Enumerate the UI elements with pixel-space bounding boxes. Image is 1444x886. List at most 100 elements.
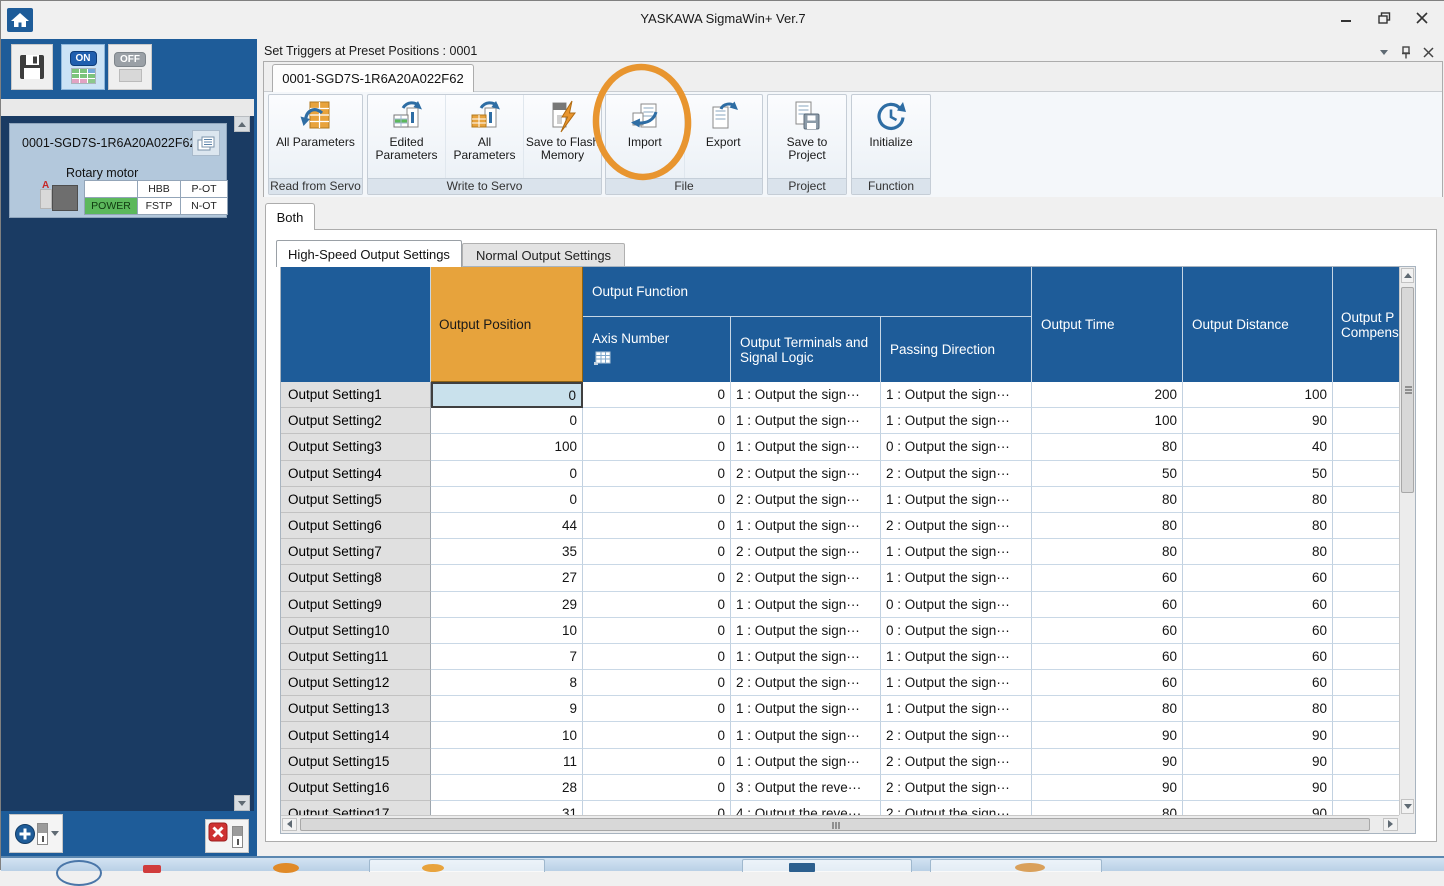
taskbar-button[interactable] xyxy=(742,859,912,872)
save-button[interactable] xyxy=(11,44,53,90)
cell-position[interactable]: 35 xyxy=(431,539,583,566)
display-on-button[interactable]: ON xyxy=(61,44,105,90)
cell-distance[interactable]: 80 xyxy=(1183,486,1333,513)
scroll-left-icon[interactable] xyxy=(282,817,297,831)
cell-time[interactable]: 80 xyxy=(1032,696,1183,723)
header-passing-direction[interactable]: Passing Direction xyxy=(881,317,1032,382)
header-output-position-compensation[interactable]: Output P Compens xyxy=(1333,267,1399,382)
cell-terminals[interactable]: 2 : Output the sign··· xyxy=(731,539,881,566)
cell-axis[interactable]: 0 xyxy=(583,460,731,487)
cell-distance[interactable]: 90 xyxy=(1183,408,1333,435)
cell-comp[interactable] xyxy=(1333,382,1399,409)
import-button[interactable]: Import xyxy=(606,95,685,178)
cell-passing[interactable]: 1 : Output the sign··· xyxy=(881,565,1032,592)
cell-distance[interactable]: 60 xyxy=(1183,643,1333,671)
cell-axis[interactable]: 0 xyxy=(583,696,731,723)
cell-axis[interactable]: 0 xyxy=(583,591,731,618)
cell-position[interactable]: 0 xyxy=(431,486,583,513)
cell-name[interactable]: Output Setting11 xyxy=(281,643,431,671)
cell-distance[interactable]: 40 xyxy=(1183,434,1333,461)
cell-comp[interactable] xyxy=(1333,801,1399,815)
cell-terminals[interactable]: 1 : Output the sign··· xyxy=(731,722,881,749)
cell-name[interactable]: Output Setting12 xyxy=(281,670,431,697)
axis-detail-button[interactable] xyxy=(192,130,220,156)
cell-comp[interactable] xyxy=(1333,461,1399,487)
cell-passing[interactable]: 2 : Output the sign··· xyxy=(881,774,1032,801)
cell-time[interactable]: 80 xyxy=(1032,434,1183,461)
cell-axis[interactable]: 0 xyxy=(583,617,731,644)
cell-passing[interactable]: 2 : Output the sign··· xyxy=(881,748,1032,775)
cell-passing[interactable]: 0 : Output the sign··· xyxy=(881,591,1032,618)
cell-distance[interactable]: 80 xyxy=(1183,512,1333,540)
remove-axis-button[interactable] xyxy=(205,819,249,853)
cell-name[interactable]: Output Setting10 xyxy=(281,617,431,644)
scroll-down-icon[interactable] xyxy=(1401,799,1414,814)
cell-time[interactable]: 90 xyxy=(1032,722,1183,749)
tab-both[interactable]: Both xyxy=(265,203,315,230)
cell-axis[interactable]: 0 xyxy=(583,801,731,815)
cell-axis[interactable]: 0 xyxy=(583,434,731,461)
cell-passing[interactable]: 1 : Output the sign··· xyxy=(881,408,1032,435)
add-axis-button[interactable] xyxy=(9,814,63,853)
header-output-time[interactable]: Output Time xyxy=(1032,267,1183,382)
cell-position[interactable]: 28 xyxy=(431,774,583,801)
cell-passing[interactable]: 1 : Output the sign··· xyxy=(881,486,1032,513)
cell-time[interactable]: 80 xyxy=(1032,801,1183,815)
cell-name[interactable]: Output Setting7 xyxy=(281,539,431,566)
cell-comp[interactable] xyxy=(1333,644,1399,671)
tab-normal-output-settings[interactable]: Normal Output Settings xyxy=(462,243,625,267)
cell-terminals[interactable]: 2 : Output the sign··· xyxy=(731,565,881,592)
cell-name[interactable]: Output Setting1 xyxy=(281,382,431,409)
scroll-right-icon[interactable] xyxy=(1383,817,1398,831)
cell-time[interactable]: 90 xyxy=(1032,748,1183,775)
cell-passing[interactable]: 0 : Output the sign··· xyxy=(881,617,1032,644)
cell-time[interactable]: 60 xyxy=(1032,591,1183,618)
close-button[interactable] xyxy=(1409,7,1435,29)
cell-axis[interactable]: 0 xyxy=(583,539,731,566)
restore-button[interactable] xyxy=(1371,7,1397,29)
header-axis-number[interactable]: Axis Number xyxy=(583,317,731,382)
cell-comp[interactable] xyxy=(1333,565,1399,592)
header-output-function-group[interactable]: Output Function xyxy=(583,267,1032,317)
cell-axis[interactable]: 0 xyxy=(583,512,731,540)
cell-comp[interactable] xyxy=(1333,775,1399,801)
cell-passing[interactable]: 2 : Output the sign··· xyxy=(881,722,1032,749)
read-all-parameters-button[interactable]: All Parameters xyxy=(269,95,362,178)
cell-name[interactable]: Output Setting9 xyxy=(281,591,431,618)
cell-distance[interactable]: 90 xyxy=(1183,748,1333,775)
sidebar-scrollbar[interactable] xyxy=(234,116,250,811)
minimize-button[interactable] xyxy=(1333,7,1359,29)
cell-name[interactable]: Output Setting6 xyxy=(281,512,431,540)
cell-comp[interactable] xyxy=(1333,434,1399,461)
cell-time[interactable]: 80 xyxy=(1032,539,1183,566)
cell-distance[interactable]: 100 xyxy=(1183,382,1333,409)
cell-time[interactable]: 100 xyxy=(1032,408,1183,435)
cell-passing[interactable]: 2 : Output the sign··· xyxy=(881,801,1032,815)
cell-position[interactable]: 8 xyxy=(431,670,583,697)
initialize-button[interactable]: Initialize xyxy=(852,95,930,178)
cell-distance[interactable]: 90 xyxy=(1183,774,1333,801)
cell-terminals[interactable]: 1 : Output the sign··· xyxy=(731,512,881,540)
cell-distance[interactable]: 60 xyxy=(1183,617,1333,644)
cell-passing[interactable]: 2 : Output the sign··· xyxy=(881,512,1032,540)
panel-menu-button[interactable] xyxy=(1375,45,1393,59)
cell-time[interactable]: 60 xyxy=(1032,565,1183,592)
export-button[interactable]: Export xyxy=(685,95,763,178)
cell-axis[interactable]: 0 xyxy=(583,486,731,513)
cell-comp[interactable] xyxy=(1333,513,1399,540)
vertical-scroll-thumb[interactable] xyxy=(1401,287,1414,493)
header-output-terminals[interactable]: Output Terminals and Signal Logic xyxy=(731,317,881,382)
cell-axis[interactable]: 0 xyxy=(583,774,731,801)
cell-time[interactable]: 80 xyxy=(1032,512,1183,540)
cell-position[interactable]: 0 xyxy=(431,460,583,487)
cell-distance[interactable]: 80 xyxy=(1183,696,1333,723)
cell-passing[interactable]: 1 : Output the sign··· xyxy=(881,670,1032,697)
cell-position[interactable]: 100 xyxy=(431,434,583,461)
cell-name[interactable]: Output Setting2 xyxy=(281,408,431,435)
cell-comp[interactable] xyxy=(1333,722,1399,749)
cell-position[interactable]: 31 xyxy=(431,801,583,815)
cell-passing[interactable]: 1 : Output the sign··· xyxy=(881,643,1032,671)
cell-terminals[interactable]: 1 : Output the sign··· xyxy=(731,408,881,435)
panel-close-button[interactable] xyxy=(1419,45,1437,59)
cell-passing[interactable]: 1 : Output the sign··· xyxy=(881,539,1032,566)
